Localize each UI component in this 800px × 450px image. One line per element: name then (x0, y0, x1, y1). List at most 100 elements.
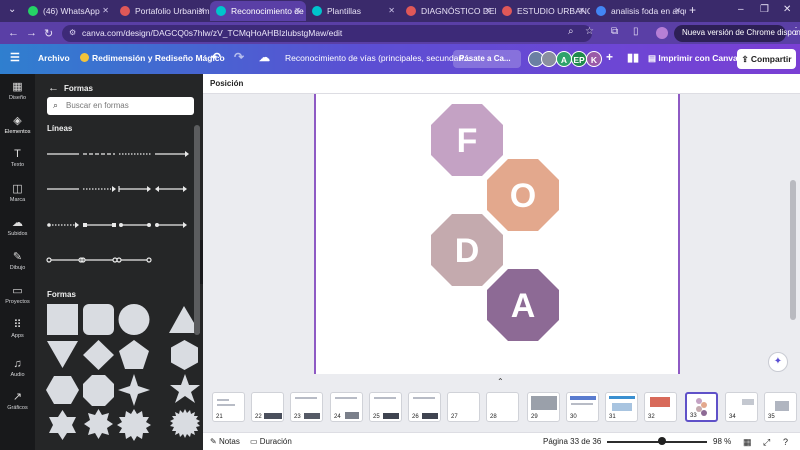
line-dot-ends[interactable] (119, 223, 151, 227)
page-thumbnail[interactable]: 27 (447, 392, 480, 422)
sidebar-icon[interactable]: ▯ (633, 26, 639, 37)
shape-star-6[interactable] (49, 410, 76, 440)
menu-dots-icon[interactable]: ⋮ (791, 26, 800, 37)
sidebar-item-diseno[interactable]: ▦ Diseño (0, 80, 35, 101)
avatar-a[interactable]: A (556, 51, 572, 67)
cloud-save-icon[interactable]: ☁ (259, 51, 270, 64)
extensions-icon[interactable]: ⧉ (611, 26, 618, 37)
page-thumbnail[interactable]: 24 (330, 392, 363, 422)
close-icon[interactable]: ✕ (674, 6, 681, 15)
shape-octagon[interactable] (83, 375, 114, 406)
page-thumbnail[interactable]: 29 (527, 392, 560, 422)
redo-icon[interactable]: ↷ (234, 50, 244, 64)
tab-analisis-foda[interactable]: analisis foda en arqu ✕ (590, 1, 686, 21)
shape-pentagon[interactable] (119, 340, 149, 369)
line-circle-arrow[interactable] (155, 222, 187, 228)
canvas-scrollbar[interactable] (790, 180, 796, 320)
minimize-button[interactable]: – (738, 4, 744, 15)
print-with-canva-button[interactable]: ▤ Imprimir con Canva (648, 53, 738, 64)
tab-estudio-urbano[interactable]: ESTUDIO URBANO ✕ (496, 1, 590, 21)
profile-avatar[interactable] (656, 27, 668, 39)
duration-button[interactable]: ▭ Duración (250, 437, 292, 446)
foda-graphic[interactable]: F O D A (316, 94, 678, 374)
page-thumbnail[interactable]: 22 (251, 392, 284, 422)
magic-assistant-button[interactable]: ✦ (768, 352, 788, 372)
back-arrow-icon[interactable]: ← (48, 82, 59, 94)
url-field[interactable]: ⚙ canva.com/design/DAGCQ0s7hlw/zV_TCMqHo… (62, 25, 592, 42)
tab-plantillas[interactable]: Plantillas ✕ (306, 1, 400, 21)
close-icon[interactable]: ✕ (294, 6, 301, 15)
shape-burst-24[interactable] (170, 409, 200, 438)
avatar-ep[interactable]: EP (571, 51, 587, 67)
page-thumbnail[interactable]: 35 (764, 392, 797, 422)
grid-view-icon[interactable]: ▦ (743, 437, 752, 448)
octagon-o[interactable]: O (487, 159, 559, 231)
file-menu[interactable]: Archivo (38, 53, 70, 63)
shape-star-5[interactable] (170, 374, 200, 403)
filmstrip-toggle-icon[interactable]: ⌃ (497, 377, 504, 386)
shape-square[interactable] (47, 304, 78, 335)
site-info-icon[interactable]: ⚙ (69, 28, 76, 37)
page-thumbnail[interactable]: 28 (486, 392, 519, 422)
octagon-a[interactable]: A (487, 269, 559, 341)
shape-circle[interactable] (118, 304, 150, 335)
sidebar-item-subidos[interactable]: ☁ Subidos (0, 216, 35, 237)
page-thumbnail[interactable]: 32 (644, 392, 677, 422)
magic-resize-button[interactable]: Redimensión y Rediseño Mágico (80, 53, 225, 63)
back-icon[interactable]: ← (8, 27, 19, 39)
panel-scrollbar[interactable] (194, 125, 200, 335)
undo-icon[interactable]: ↶ (211, 50, 221, 64)
document-title[interactable]: Reconocimiento de vías (principales, sec… (285, 53, 470, 63)
shape-hexagon-flat[interactable] (46, 376, 79, 404)
close-icon[interactable]: ✕ (388, 6, 395, 15)
star-icon[interactable]: ☆ (585, 26, 594, 37)
sidebar-item-elementos[interactable]: ◈ Elementos (0, 114, 35, 135)
page-thumbnail[interactable]: 25 (369, 392, 402, 422)
page-thumbnail-current[interactable]: 33 (685, 392, 718, 422)
tab-portafolio[interactable]: Portafolio Urbanismo ✕ (114, 1, 210, 21)
sidebar-item-graficos[interactable]: ↗ Gráficos (0, 390, 35, 411)
analytics-icon[interactable]: ▮▮ (627, 51, 639, 64)
shape-hexagon[interactable] (171, 340, 198, 370)
zoom-level[interactable]: 98 % (713, 437, 731, 446)
tab-diagnostico[interactable]: DIAGNÓSTICO DEL ✕ (400, 1, 496, 21)
fullscreen-icon[interactable]: ⤢ (763, 437, 770, 448)
close-window-button[interactable]: ✕ (783, 4, 791, 15)
octagon-f[interactable]: F (431, 104, 503, 176)
page-thumbnail[interactable]: 26 (408, 392, 441, 422)
sidebar-item-texto[interactable]: T Texto (0, 148, 35, 168)
shape-star-4[interactable] (118, 374, 150, 406)
sidebar-item-dibujo[interactable]: ✎ Dibujo (0, 250, 35, 271)
line-square-ends[interactable] (83, 223, 116, 227)
page-thumbnail[interactable]: 21 (212, 392, 245, 422)
close-icon[interactable]: ✕ (578, 6, 585, 15)
page-thumbnail[interactable]: 34 (725, 392, 758, 422)
sidebar-item-marca[interactable]: ◫ Marca (0, 182, 35, 203)
avatar-k[interactable]: K (586, 51, 602, 67)
shapes-search-input[interactable]: ⌕ Buscar en formas (47, 97, 194, 115)
close-icon[interactable]: ✕ (102, 6, 109, 15)
page-thumbnail[interactable]: 31 (605, 392, 638, 422)
close-icon[interactable]: ✕ (198, 6, 205, 15)
shape-burst-12[interactable] (117, 409, 151, 441)
octagon-d[interactable]: D (431, 214, 503, 286)
sidebar-item-apps[interactable]: ⠿ Apps (0, 318, 35, 339)
page-thumbnail[interactable]: 30 (566, 392, 599, 422)
tab-reconocimiento[interactable]: Reconocimiento de v ✕ (210, 1, 306, 21)
zoom-slider-track[interactable] (607, 441, 707, 443)
chrome-update-button[interactable]: Nueva versión de Chrome disponible (674, 25, 800, 42)
notes-button[interactable]: ✎ Notas (210, 437, 240, 446)
line-bar-arrow[interactable] (118, 186, 151, 192)
reload-icon[interactable]: ↻ (44, 27, 53, 40)
zoom-slider-handle[interactable] (658, 437, 666, 445)
forward-icon[interactable]: → (26, 27, 37, 39)
shape-star-8[interactable] (84, 409, 113, 439)
upgrade-pro-button[interactable]: Pásate a Ca... (453, 50, 521, 68)
tab-search-icon[interactable]: ⌄ (8, 4, 16, 15)
share-button[interactable]: ⇪ Compartir (737, 49, 796, 69)
menu-icon[interactable]: ☰ (10, 51, 20, 64)
page-indicator[interactable]: Página 33 de 36 (543, 437, 601, 446)
line-dot-arrow[interactable] (47, 222, 79, 228)
line-open-dots[interactable] (46, 257, 152, 263)
shape-diamond[interactable] (83, 340, 114, 370)
